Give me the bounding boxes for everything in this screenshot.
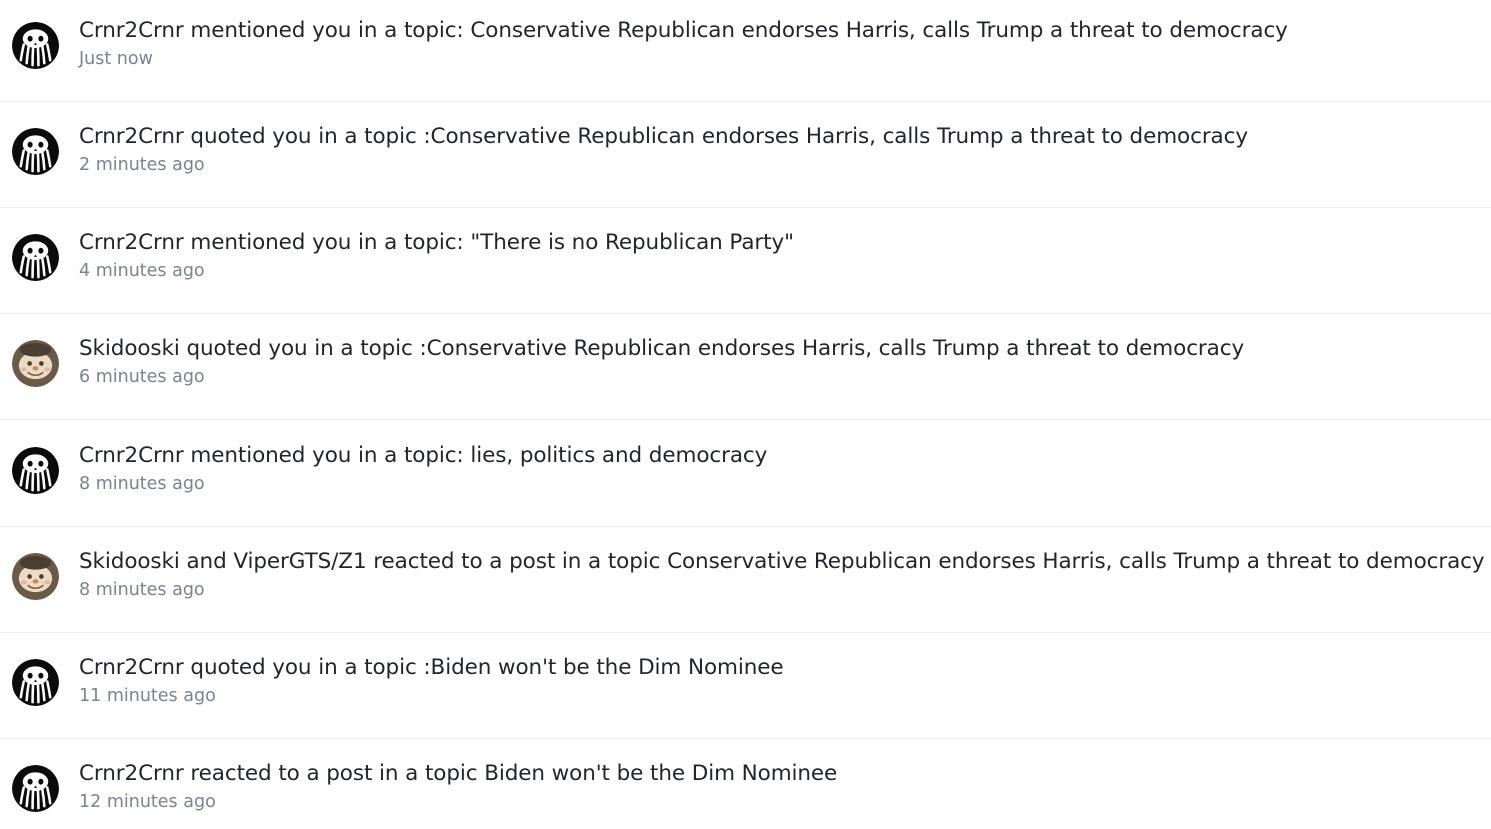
notification-text[interactable]: Crnr2Crnr reacted to a post in a topic B… <box>79 760 1481 788</box>
notification-timestamp: 8 minutes ago <box>79 474 205 494</box>
notification-item[interactable]: Skidooski quoted you in a topic :Conserv… <box>0 314 1491 420</box>
notification-timestamp: 8 minutes ago <box>79 580 205 600</box>
notification-timestamp: 2 minutes ago <box>79 155 205 175</box>
notification-text[interactable]: Skidooski and ViperGTS/Z1 reacted to a p… <box>79 548 1485 576</box>
octopus-avatar[interactable] <box>12 234 59 281</box>
notification-item[interactable]: Crnr2Crnr mentioned you in a topic: "The… <box>0 208 1491 314</box>
octopus-avatar[interactable] <box>12 447 59 494</box>
notification-item[interactable]: Skidooski and ViperGTS/Z1 reacted to a p… <box>0 527 1491 633</box>
octopus-avatar[interactable] <box>12 659 59 706</box>
notification-timestamp: 11 minutes ago <box>79 686 216 706</box>
notification-item[interactable]: Crnr2Crnr mentioned you in a topic: lies… <box>0 421 1491 527</box>
notification-item[interactable]: Crnr2Crnr mentioned you in a topic: Cons… <box>0 0 1491 102</box>
octopus-avatar[interactable] <box>12 128 59 175</box>
notification-item[interactable]: Crnr2Crnr quoted you in a topic :Conserv… <box>0 102 1491 208</box>
notification-text[interactable]: Crnr2Crnr mentioned you in a topic: lies… <box>79 442 1481 470</box>
notification-list: Crnr2Crnr mentioned you in a topic: Cons… <box>0 0 1491 829</box>
octopus-avatar[interactable] <box>12 765 59 812</box>
notification-timestamp: 4 minutes ago <box>79 261 205 281</box>
notification-text[interactable]: Crnr2Crnr quoted you in a topic :Conserv… <box>79 123 1481 151</box>
notification-timestamp: 12 minutes ago <box>79 792 216 812</box>
notification-text[interactable]: Crnr2Crnr mentioned you in a topic: Cons… <box>79 17 1481 45</box>
octopus-avatar[interactable] <box>12 22 59 69</box>
notification-item[interactable]: Crnr2Crnr quoted you in a topic :Biden w… <box>0 633 1491 739</box>
notification-text[interactable]: Crnr2Crnr mentioned you in a topic: "The… <box>79 229 1481 257</box>
notification-text[interactable]: Crnr2Crnr quoted you in a topic :Biden w… <box>79 654 1481 682</box>
photo-avatar[interactable] <box>12 553 59 600</box>
notification-timestamp: Just now <box>79 49 153 69</box>
photo-avatar[interactable] <box>12 340 59 387</box>
notification-timestamp: 6 minutes ago <box>79 367 205 387</box>
notification-text[interactable]: Skidooski quoted you in a topic :Conserv… <box>79 335 1481 363</box>
notification-item[interactable]: Crnr2Crnr reacted to a post in a topic B… <box>0 739 1491 829</box>
